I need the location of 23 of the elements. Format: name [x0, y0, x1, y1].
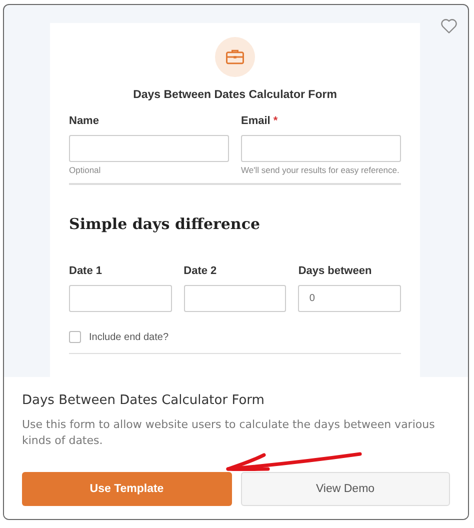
checkbox[interactable]: [69, 331, 81, 343]
briefcase-icon: [215, 37, 255, 77]
field-hint: We'll send your results for easy reference.: [241, 165, 400, 175]
checkbox-label: Include end date?: [89, 332, 169, 342]
form-title: Days Between Dates Calculator Form: [132, 89, 338, 101]
use-template-button[interactable]: Use Template: [22, 472, 232, 506]
field-label: Name: [69, 115, 99, 127]
section-heading: Simple days difference: [69, 215, 262, 233]
input-field[interactable]: [69, 285, 172, 312]
heart-icon[interactable]: [440, 17, 458, 35]
view-demo-button[interactable]: View Demo: [240, 472, 450, 506]
field-label: Date 1: [69, 265, 102, 277]
field-label: Date 2: [184, 265, 217, 277]
required-mark: *: [273, 115, 278, 127]
input-field[interactable]: [241, 135, 401, 162]
input-field[interactable]: [69, 135, 229, 162]
field-label: Email: [241, 115, 270, 127]
template-description: Use this form to allow website users to calculate the days between various kinds of dates.: [22, 417, 436, 449]
template-title: Days Between Dates Calculator Form: [22, 393, 266, 408]
field-label: Days between: [298, 265, 372, 277]
input-field[interactable]: [184, 285, 286, 312]
field-hint: Optional: [69, 165, 102, 175]
input-field[interactable]: 0: [298, 285, 401, 312]
